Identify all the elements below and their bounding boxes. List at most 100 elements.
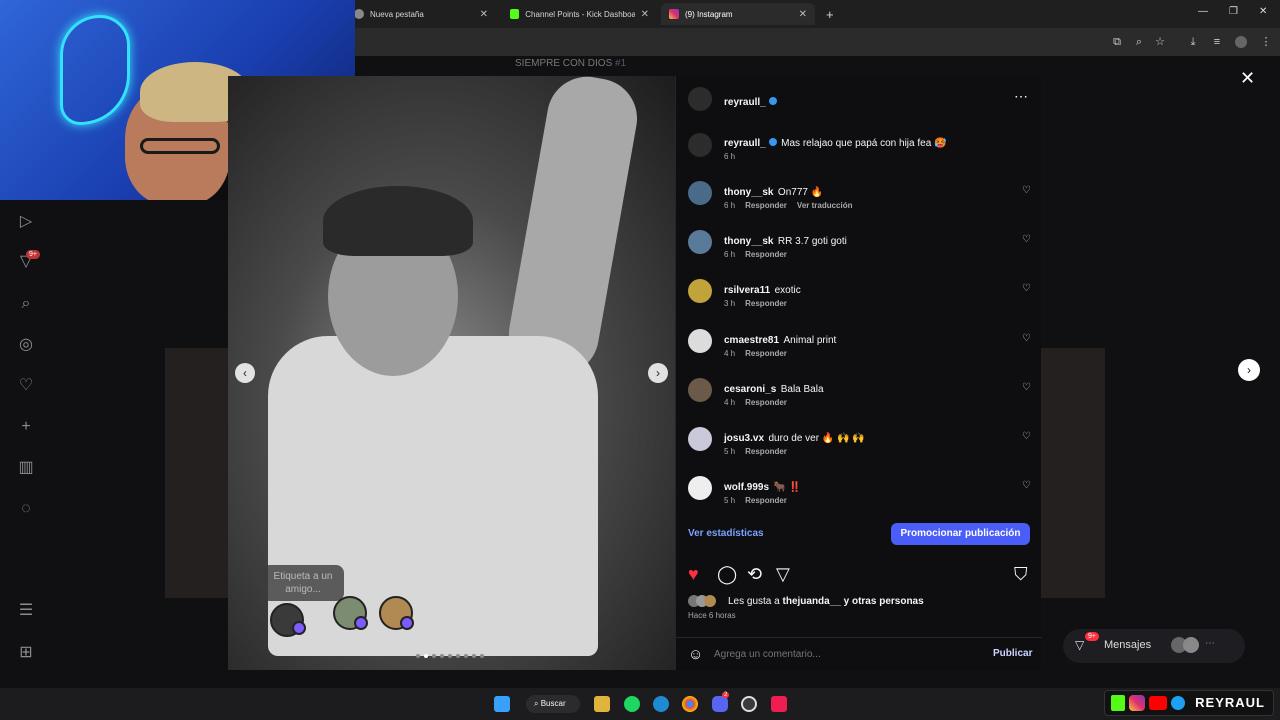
tab-new-tab[interactable]: Nueva pestaña ✕ xyxy=(346,3,496,25)
reading-list-icon[interactable]: ≡ xyxy=(1211,36,1223,48)
zoom-icon[interactable]: ⌕ xyxy=(1133,36,1145,48)
tag-friend-prompt[interactable]: Etiqueta a un amigo... xyxy=(262,565,344,601)
author-username[interactable]: reyraull_ xyxy=(724,97,766,108)
reply-link[interactable]: Responder xyxy=(745,201,787,210)
carousel-dot[interactable] xyxy=(480,654,484,658)
comment-input[interactable] xyxy=(714,645,984,663)
share-icon[interactable]: ▽ xyxy=(776,564,790,585)
prev-image-button[interactable]: ‹ xyxy=(235,363,255,383)
comment-like-heart-icon[interactable]: ♡ xyxy=(1022,431,1031,442)
carousel-dot[interactable] xyxy=(448,654,452,658)
likes-user[interactable]: thejuanda__ xyxy=(783,596,841,607)
comment-username[interactable]: thony__sk xyxy=(724,236,773,247)
comment-username[interactable]: rsilvera11 xyxy=(724,285,770,296)
carousel-dot[interactable] xyxy=(472,654,476,658)
comment-username[interactable]: wolf.999s xyxy=(724,482,769,493)
commenter-avatar[interactable] xyxy=(688,378,712,402)
carousel-dot[interactable] xyxy=(424,654,428,658)
search-icon[interactable]: ⌕ xyxy=(16,294,36,314)
reply-link[interactable]: Responder xyxy=(745,398,787,407)
close-icon[interactable]: ✕ xyxy=(641,9,649,20)
comment-username[interactable]: thony__sk xyxy=(724,187,773,198)
obs-icon[interactable] xyxy=(741,696,757,712)
publish-button[interactable]: Publicar xyxy=(993,648,1032,659)
comment-like-heart-icon[interactable]: ♡ xyxy=(1022,480,1031,491)
comment-like-heart-icon[interactable]: ♡ xyxy=(1022,185,1031,196)
taskbar-search[interactable]: ⌕ Buscar xyxy=(526,695,580,713)
comment-like-heart-icon[interactable]: ♡ xyxy=(1022,382,1031,393)
commenter-avatar[interactable] xyxy=(688,279,712,303)
download-icon[interactable]: ⤓ xyxy=(1187,36,1199,48)
commenter-avatar[interactable] xyxy=(688,427,712,451)
commenter-avatar[interactable] xyxy=(688,181,712,205)
explore-icon[interactable]: ◎ xyxy=(16,335,36,355)
like-heart-icon[interactable]: ♥ xyxy=(688,564,699,585)
windows-start-icon[interactable] xyxy=(494,696,510,712)
caption-avatar[interactable] xyxy=(688,133,712,157)
menu-icon[interactable]: ☰ xyxy=(16,601,36,621)
carousel-dot[interactable] xyxy=(456,654,460,658)
restore-icon[interactable]: ❐ xyxy=(1229,6,1238,17)
comment-time: 3 h xyxy=(724,299,736,308)
commenter-avatar[interactable] xyxy=(688,230,712,254)
comment-username[interactable]: cmaestre81 xyxy=(724,335,779,346)
reels-icon[interactable]: ▷ xyxy=(16,212,36,232)
close-modal-icon[interactable]: ✕ xyxy=(1240,68,1255,89)
close-icon[interactable]: ✕ xyxy=(480,9,488,20)
create-icon[interactable]: + xyxy=(16,417,36,437)
next-post-button[interactable]: › xyxy=(1238,359,1260,381)
likes-suffix[interactable]: y otras personas xyxy=(844,596,924,607)
chrome-icon[interactable] xyxy=(682,696,698,712)
tab-kick-dashboard[interactable]: Channel Points - Kick Dashboard ✕ xyxy=(502,3,657,25)
save-bookmark-icon[interactable]: ⛉ xyxy=(1014,564,1028,585)
threads-icon[interactable]: ◌ xyxy=(16,499,36,519)
new-tab-button[interactable]: + xyxy=(818,3,838,25)
more-options-icon[interactable]: ⋯ xyxy=(1014,88,1028,105)
discord-icon[interactable] xyxy=(712,696,728,712)
liker-avatar xyxy=(704,595,716,607)
heart-icon[interactable]: ♡ xyxy=(16,376,36,396)
tab-instagram[interactable]: (9) Instagram ✕ xyxy=(661,3,815,25)
also-from-meta-icon[interactable]: ⊞ xyxy=(16,643,36,663)
translate-link[interactable]: Ver traducción xyxy=(797,201,853,210)
comment-like-heart-icon[interactable]: ♡ xyxy=(1022,283,1031,294)
emoji-icon[interactable]: ☺ xyxy=(688,646,703,663)
reply-link[interactable]: Responder xyxy=(745,496,787,505)
bookmark-star-icon[interactable]: ☆ xyxy=(1154,36,1166,48)
comment-row: cmaestre81 Animal print xyxy=(724,330,836,348)
spotify-icon[interactable] xyxy=(624,696,640,712)
comment-like-heart-icon[interactable]: ♡ xyxy=(1022,234,1031,245)
profile-avatar[interactable] xyxy=(1235,36,1247,48)
close-window-icon[interactable]: ✕ xyxy=(1259,6,1267,17)
file-explorer-icon[interactable] xyxy=(594,696,610,712)
carousel-dot[interactable] xyxy=(432,654,436,658)
comment-meta: 5 h Responder xyxy=(724,496,787,505)
next-image-button[interactable]: › xyxy=(648,363,668,383)
commenter-avatar[interactable] xyxy=(688,476,712,500)
minimize-icon[interactable]: — xyxy=(1198,6,1208,17)
reply-link[interactable]: Responder xyxy=(745,250,787,259)
reply-link[interactable]: Responder xyxy=(745,349,787,358)
comment-icon[interactable]: ◯ xyxy=(717,564,737,585)
edge-icon[interactable] xyxy=(653,696,669,712)
commenter-avatar[interactable] xyxy=(688,329,712,353)
comment-username[interactable]: josu3.vx xyxy=(724,433,764,444)
close-icon[interactable]: ✕ xyxy=(799,9,807,20)
cast-icon[interactable]: ⧉ xyxy=(1111,36,1123,48)
messages-pill[interactable]: ▽ 9+ Mensajes ⋯ xyxy=(1063,629,1245,663)
carousel-dot[interactable] xyxy=(416,654,420,658)
menu-kebab-icon[interactable]: ⋮ xyxy=(1260,36,1272,48)
caption-username[interactable]: reyraull_ xyxy=(724,138,766,149)
dashboard-icon[interactable]: ▥ xyxy=(16,458,36,478)
tiktok-icon[interactable] xyxy=(771,696,787,712)
view-insights-link[interactable]: Ver estadísticas xyxy=(688,528,764,539)
reply-link[interactable]: Responder xyxy=(745,299,787,308)
carousel-dot[interactable] xyxy=(440,654,444,658)
carousel-dot[interactable] xyxy=(464,654,468,658)
author-avatar[interactable] xyxy=(688,87,712,111)
repost-icon[interactable]: ⟲ xyxy=(747,564,762,585)
comment-username[interactable]: cesaroni_s xyxy=(724,384,776,395)
promote-post-button[interactable]: Promocionar publicación xyxy=(891,523,1030,545)
comment-like-heart-icon[interactable]: ♡ xyxy=(1022,333,1031,344)
reply-link[interactable]: Responder xyxy=(745,447,787,456)
